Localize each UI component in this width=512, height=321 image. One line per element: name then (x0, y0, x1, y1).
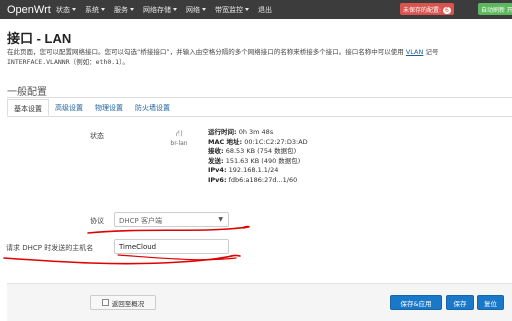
tab-firewall-settings[interactable]: 防火墙设置 (129, 99, 176, 116)
description-text-tail: 记号 (425, 48, 439, 56)
form-footer: 返回至概况 保存&应用 保存 复位 (7, 283, 512, 321)
status-key: MAC 地址: (208, 137, 243, 146)
protocol-select[interactable]: DHCP 客户端 ▼ (114, 212, 229, 227)
status-value: 0h 3m 48s (238, 128, 274, 136)
menu-nas-label: 网络存储 (143, 5, 171, 14)
dhcp-hostname-label: 请求 DHCP 时发送的主机名 (6, 244, 94, 252)
menu-logout[interactable]: 退出 (258, 5, 272, 15)
chevron-down-icon (130, 8, 134, 11)
status-row-tx: 发送: 151.63 KB (490 数据包) (208, 157, 308, 167)
status-value: 00:1C:C2:27:D3:AD (244, 137, 308, 146)
menu-services[interactable]: 服务 (114, 5, 134, 15)
status-value: 151.63 KB (490 数据包) (225, 156, 301, 165)
reset-button[interactable]: 复位 (477, 295, 504, 310)
back-to-overview-label: 返回至概况 (111, 299, 145, 308)
save-button[interactable]: 保存 (446, 295, 474, 310)
status-row-rx: 接收: 68.53 KB (754 数据包) (208, 147, 308, 157)
status-label: 状态 (90, 132, 104, 140)
section-divider (7, 97, 512, 98)
unsaved-changes-badge[interactable]: 未保存的配置: 6 (400, 3, 454, 15)
interface-status-info: 运行时间: 0h 3m 48s MAC 地址: 00:1C:C2:27:D3:A… (208, 128, 308, 185)
page-description: 在此页面，您可以配置网络接口。您可以勾选“桥接接口”，并输入由空格分隔的多个网络… (7, 47, 507, 67)
vlan-link[interactable]: VLAN (406, 48, 424, 56)
chevron-down-icon (72, 8, 76, 11)
tab-physical-settings[interactable]: 物理设置 (89, 99, 129, 116)
status-key: 运行时间: (208, 128, 237, 136)
menu-bandwidth[interactable]: 带宽监控 (215, 5, 249, 15)
dhcp-hostname-input[interactable]: TimeCloud (114, 239, 229, 254)
description-example: INTERFACE.VLANNR（例如：eth0.1）。 (7, 58, 129, 66)
chevron-down-icon (245, 8, 249, 11)
status-row-uptime: 运行时间: 0h 3m 48s (208, 128, 308, 138)
menu-network-label: 网络 (186, 5, 200, 14)
status-row-mac: MAC 地址: 00:1C:C2:27:D3:AD (208, 138, 308, 148)
brand-logo[interactable]: OpenWrt (0, 4, 56, 16)
status-value: 192.168.1.1/24 (228, 166, 279, 174)
status-value: fdb6:a186:27d...1/60 (228, 175, 298, 184)
menu-network[interactable]: 网络 (186, 5, 206, 15)
section-title: 一般配置 (7, 87, 47, 98)
unsaved-changes-count: 6 (443, 7, 451, 14)
top-navbar: OpenWrt 状态 系统 服务 网络存储 网络 带宽监控 退出 未保存的配置:… (0, 0, 512, 19)
interface-name: br-lan (170, 140, 188, 147)
menu-status[interactable]: 状态 (56, 5, 76, 15)
tab-advanced-settings[interactable]: 高级设置 (49, 99, 89, 116)
protocol-label: 协议 (90, 217, 104, 225)
status-row-ipv6: IPv6: fdb6:a186:27d...1/60 (208, 176, 308, 186)
status-key: 发送: (208, 156, 224, 165)
status-value: 68.53 KB (754 数据包) (225, 147, 297, 155)
protocol-selected-value: DHCP 客户端 (119, 217, 162, 225)
description-text: 在此页面，您可以配置网络接口。您可以勾选“桥接接口”，并输入由空格分隔的多个网络… (7, 48, 404, 56)
chevron-down-icon: ▼ (218, 216, 223, 223)
save-apply-button[interactable]: 保存&应用 (390, 295, 442, 310)
status-key: 接收: (208, 147, 224, 155)
auto-refresh-toggle[interactable]: 自动刷新 开 (478, 3, 512, 15)
back-icon (101, 299, 109, 306)
page-title: 接口 - LAN (7, 31, 72, 46)
network-interface-icon: ⛙ (175, 129, 183, 139)
chevron-down-icon (173, 8, 177, 11)
unsaved-changes-label: 未保存的配置 (403, 7, 440, 14)
menu-system[interactable]: 系统 (85, 5, 105, 15)
chevron-down-icon (101, 8, 105, 11)
menu-system-label: 系统 (85, 5, 99, 14)
menu-nas[interactable]: 网络存储 (143, 5, 177, 15)
menu-logout-label: 退出 (258, 5, 272, 14)
back-to-overview-button[interactable]: 返回至概况 (90, 295, 156, 310)
status-key: IPv4: (208, 166, 227, 174)
menu-services-label: 服务 (114, 5, 128, 14)
interface-badge: ⛙ br-lan (166, 129, 192, 147)
status-row-ipv4: IPv4: 192.168.1.1/24 (208, 166, 308, 176)
status-key: IPv6: (208, 175, 227, 184)
tabs-divider (7, 116, 512, 117)
menu-bandwidth-label: 带宽监控 (215, 5, 243, 14)
main-menu: 状态 系统 服务 网络存储 网络 带宽监控 退出 (56, 5, 281, 15)
menu-status-label: 状态 (56, 5, 70, 14)
settings-tabs: 基本设置 高级设置 物理设置 防火墙设置 (7, 99, 176, 116)
chevron-down-icon (202, 8, 206, 11)
tab-basic-settings[interactable]: 基本设置 (7, 99, 49, 116)
